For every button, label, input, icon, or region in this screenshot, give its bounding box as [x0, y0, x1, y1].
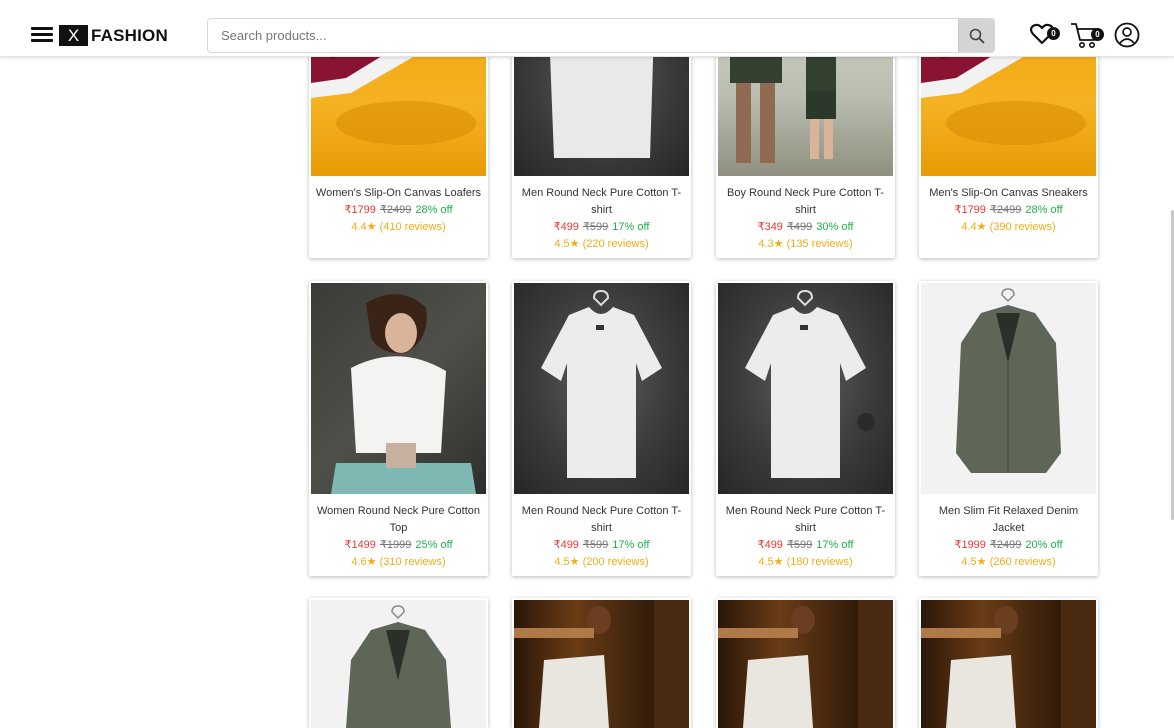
product-image[interactable]: [514, 283, 689, 494]
product-discount: 17% off: [612, 221, 650, 233]
product-card[interactable]: [716, 598, 895, 728]
product-discount: 28% off: [1025, 204, 1063, 216]
price-line: ₹499 ₹599 17% off: [512, 219, 691, 236]
product-name[interactable]: Women Round Neck Pure Cotton Top: [309, 503, 488, 537]
product-image[interactable]: [514, 600, 689, 728]
product-discount: 17% off: [816, 539, 854, 551]
product-rating: 4.5★ (200 reviews): [554, 556, 649, 568]
search-button[interactable]: [958, 19, 994, 52]
product-rating: 4.3★ (135 reviews): [758, 238, 853, 250]
price-line: ₹1799 ₹2499 28% off: [309, 202, 488, 219]
product-mrp: ₹2499: [379, 204, 412, 216]
product-rating: 4.5★ (260 reviews): [961, 556, 1056, 568]
product-image[interactable]: [921, 283, 1096, 494]
product-rating: 4.6★ (310 reviews): [351, 556, 446, 568]
product-name[interactable]: Men Round Neck Pure Cotton T-shirt: [512, 503, 691, 537]
wishlist-button[interactable]: 0: [1029, 23, 1062, 49]
cart-button[interactable]: 0: [1070, 21, 1106, 51]
logo-mark: X: [59, 25, 88, 46]
search-bar: [207, 18, 995, 53]
product-mrp: ₹499: [786, 221, 813, 233]
product-card[interactable]: [919, 598, 1098, 728]
product-price: ₹1499: [344, 539, 376, 551]
product-price: ₹499: [553, 221, 579, 233]
product-mrp: ₹2499: [989, 204, 1022, 216]
menu-icon[interactable]: [31, 27, 53, 43]
user-icon: [1114, 22, 1140, 48]
product-discount: 28% off: [415, 204, 453, 216]
product-image[interactable]: [921, 600, 1096, 728]
product-mrp: ₹599: [786, 539, 813, 551]
product-name[interactable]: Men Round Neck Pure Cotton T-shirt: [512, 185, 691, 219]
product-image[interactable]: [718, 283, 893, 494]
product-discount: 20% off: [1025, 539, 1063, 551]
price-line: ₹1499 ₹1999 25% off: [309, 537, 488, 554]
price-line: ₹1999 ₹2499 20% off: [919, 537, 1098, 554]
price-line: ₹349 ₹499 30% off: [716, 219, 895, 236]
product-mrp: ₹2499: [989, 539, 1022, 551]
product-price: ₹1999: [954, 539, 986, 551]
product-card[interactable]: [512, 598, 691, 728]
product-discount: 30% off: [816, 221, 854, 233]
product-discount: 25% off: [415, 539, 453, 551]
product-image[interactable]: [311, 283, 486, 494]
product-image[interactable]: [718, 600, 893, 728]
price-line: ₹499 ₹599 17% off: [716, 537, 895, 554]
product-card[interactable]: Men Round Neck Pure Cotton T-shirt ₹499 ₹…: [716, 281, 895, 576]
product-price: ₹349: [757, 221, 783, 233]
top-navbar: X FASHION 0 0: [0, 0, 1174, 57]
wishlist-count-badge: 0: [1047, 27, 1060, 40]
product-rating: 4.4★ (410 reviews): [351, 221, 446, 233]
product-rating: 4.5★ (220 reviews): [554, 238, 649, 250]
product-mrp: ₹599: [582, 221, 609, 233]
product-rating: 4.5★ (180 reviews): [758, 556, 853, 568]
product-image[interactable]: [311, 600, 486, 728]
product-name[interactable]: Boy Round Neck Pure Cotton T-shirt: [716, 185, 895, 219]
search-icon: [969, 28, 984, 43]
product-rating: 4.4★ (390 reviews): [961, 221, 1056, 233]
product-discount: 17% off: [612, 539, 650, 551]
product-card[interactable]: Men Round Neck Pure Cotton T-shirt ₹499 ₹…: [512, 281, 691, 576]
product-card[interactable]: Women Round Neck Pure Cotton Top ₹1499 ₹1…: [309, 281, 488, 576]
product-price: ₹1799: [954, 204, 986, 216]
search-input[interactable]: [208, 19, 959, 52]
product-price: ₹499: [757, 539, 783, 551]
product-price: ₹499: [553, 539, 579, 551]
price-line: ₹499 ₹599 17% off: [512, 537, 691, 554]
product-name[interactable]: Men Round Neck Pure Cotton T-shirt: [716, 503, 895, 537]
product-name[interactable]: Men's Slip-On Canvas Sneakers: [919, 185, 1098, 202]
product-name[interactable]: Women's Slip-On Canvas Loafers: [309, 185, 488, 202]
brand-logo[interactable]: X FASHION: [59, 25, 168, 46]
product-price: ₹1799: [344, 204, 376, 216]
product-name[interactable]: Men Slim Fit Relaxed Denim Jacket: [919, 503, 1098, 537]
product-card[interactable]: [309, 598, 488, 728]
product-grid: Women's Slip-On Canvas Loafers ₹1799 ₹249…: [0, 0, 1174, 728]
cart-count-badge: 0: [1091, 28, 1104, 41]
logo-text: FASHION: [91, 25, 168, 45]
price-line: ₹1799 ₹2499 28% off: [919, 202, 1098, 219]
product-mrp: ₹1999: [379, 539, 412, 551]
product-mrp: ₹599: [582, 539, 609, 551]
account-button[interactable]: [1114, 22, 1140, 48]
product-card[interactable]: Men Slim Fit Relaxed Denim Jacket ₹1999 ₹…: [919, 281, 1098, 576]
